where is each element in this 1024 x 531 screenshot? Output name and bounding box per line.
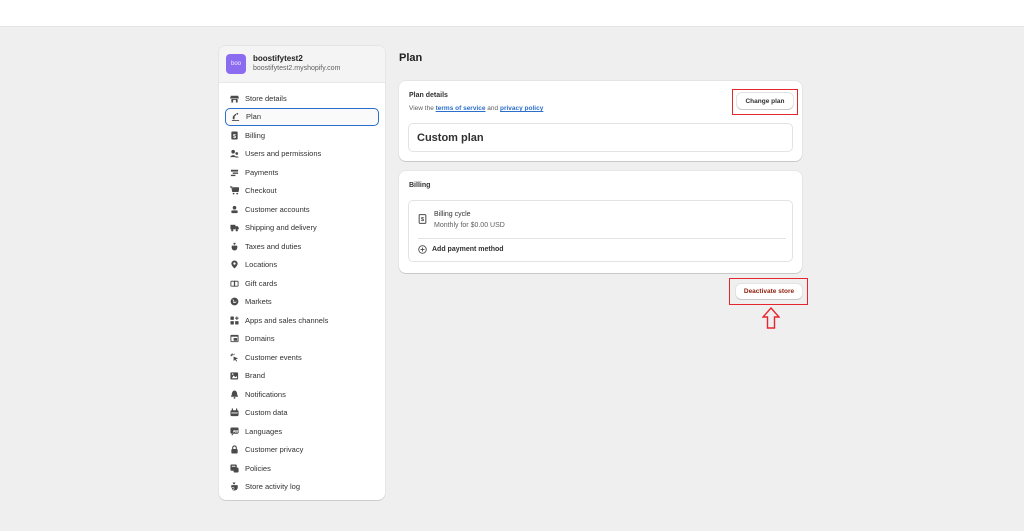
sidebar-item-taxes-and-duties[interactable]: Taxes and duties xyxy=(225,237,379,256)
page-title: Plan xyxy=(399,52,423,64)
deactivate-store-highlight xyxy=(729,278,808,305)
users-icon xyxy=(229,149,239,159)
add-payment-method-button[interactable]: Add payment method xyxy=(418,245,504,254)
plan-details-title: Plan details xyxy=(409,92,448,99)
sidebar-item-customer-events[interactable]: Customer events xyxy=(225,348,379,367)
sidebar-item-store-activity-log[interactable]: Store activity log xyxy=(225,478,379,497)
sidebar-item-label: Checkout xyxy=(245,186,277,196)
arrow-up-icon xyxy=(762,307,780,329)
sidebar-item-payments[interactable]: Payments xyxy=(225,163,379,182)
policy-icon xyxy=(229,463,239,473)
sidebar-item-label: Customer accounts xyxy=(245,204,310,214)
svg-text:$: $ xyxy=(233,134,236,140)
sidebar-item-label: Customer privacy xyxy=(245,445,304,455)
store-name: boostifytest2 xyxy=(253,54,303,63)
sidebar-item-label: Plan xyxy=(246,112,262,122)
sidebar-item-label: Shipping and delivery xyxy=(245,223,317,233)
sidebar-item-brand[interactable]: Brand xyxy=(225,367,379,386)
billing-cycle-row: $ Billing cycle Monthly for $0.00 USD xyxy=(418,209,505,231)
bell-icon xyxy=(229,389,239,399)
plus-circle-icon xyxy=(418,245,427,254)
add-payment-method-label: Add payment method xyxy=(432,246,504,253)
sidebar-item-label: Domains xyxy=(245,334,275,344)
sidebar-item-label: Taxes and duties xyxy=(245,241,302,251)
sidebar-item-languages[interactable]: A B Languages xyxy=(225,422,379,441)
store-header[interactable]: boo boostifytest2 boostifytest2.myshopif… xyxy=(219,46,385,83)
sidebar-item-label: Custom data xyxy=(245,408,288,418)
sidebar-item-customer-privacy[interactable]: Customer privacy xyxy=(225,441,379,460)
settings-nav: Store details Plan $ Billing Users and permi… xyxy=(219,83,385,496)
cart-icon xyxy=(229,186,239,196)
sidebar-item-customer-accounts[interactable]: Customer accounts xyxy=(225,200,379,219)
sidebar-item-locations[interactable]: Locations xyxy=(225,256,379,275)
domain-icon xyxy=(229,334,239,344)
current-plan-box: Custom plan xyxy=(408,123,793,152)
store-icon xyxy=(229,93,239,103)
sidebar-item-apps-and-sales-channels[interactable]: Apps and sales channels xyxy=(225,311,379,330)
globe-icon xyxy=(229,297,239,307)
sidebar-item-plan[interactable]: Plan xyxy=(225,107,379,126)
cursor-click-icon xyxy=(229,352,239,362)
brand-icon xyxy=(229,371,239,381)
language-icon: AB xyxy=(229,426,239,436)
sidebar-item-label: Policies xyxy=(245,463,271,473)
plan-details-subtitle: View the terms of service and privacy po… xyxy=(409,105,543,112)
tax-bag-icon xyxy=(229,241,239,251)
billing-card: Billing $ Billing cycle Monthly for $0.0… xyxy=(399,171,802,273)
billing-title: Billing xyxy=(409,182,431,189)
current-plan-name: Custom plan xyxy=(417,131,484,144)
receipt-icon: $ xyxy=(418,214,427,224)
privacy-policy-link[interactable]: privacy policy xyxy=(500,105,543,112)
billing-cycle-title: Billing cycle xyxy=(434,211,471,218)
sidebar-item-gift-cards[interactable]: Gift cards xyxy=(225,274,379,293)
sidebar-item-label: Payments xyxy=(245,167,279,177)
sidebar-item-markets[interactable]: Markets xyxy=(225,293,379,312)
subtitle-text: View the xyxy=(409,105,436,112)
sidebar-item-domains[interactable]: Domains xyxy=(225,330,379,349)
sidebar-item-users-and-permissions[interactable]: Users and permissions xyxy=(225,145,379,164)
sidebar-item-label: Apps and sales channels xyxy=(245,315,329,325)
sidebar-item-label: Users and permissions xyxy=(245,149,322,159)
store-domain: boostifytest2.myshopify.com xyxy=(253,65,341,72)
sidebar-item-label: Locations xyxy=(245,260,278,270)
change-plan-highlight xyxy=(732,89,798,115)
billing-cycle-value: Monthly for $0.00 USD xyxy=(434,222,505,229)
sidebar-item-notifications[interactable]: Notifications xyxy=(225,385,379,404)
sidebar-item-label: Store activity log xyxy=(245,482,301,492)
activity-log-icon xyxy=(229,482,239,492)
sidebar-item-custom-data[interactable]: Custom data xyxy=(225,404,379,423)
sidebar-item-policies[interactable]: Policies xyxy=(225,459,379,478)
person-icon xyxy=(229,204,239,214)
plan-icon xyxy=(230,112,240,122)
sidebar-item-store-details[interactable]: Store details xyxy=(225,89,379,108)
apps-icon xyxy=(229,315,239,325)
sidebar-item-label: Billing xyxy=(245,130,266,140)
svg-text:B: B xyxy=(235,428,238,433)
terms-of-service-link[interactable]: terms of service xyxy=(436,105,486,112)
sidebar-item-shipping-and-delivery[interactable]: Shipping and delivery xyxy=(225,219,379,238)
billing-icon: $ xyxy=(229,130,239,140)
gift-card-icon xyxy=(229,278,239,288)
settings-sidebar: boo boostifytest2 boostifytest2.myshopif… xyxy=(219,46,385,500)
billing-box: $ Billing cycle Monthly for $0.00 USD Ad… xyxy=(408,200,793,262)
store-avatar: boo xyxy=(226,54,246,74)
sidebar-item-label: Languages xyxy=(245,426,283,436)
sidebar-item-label: Gift cards xyxy=(245,278,278,288)
location-pin-icon xyxy=(229,260,239,270)
sidebar-item-checkout[interactable]: Checkout xyxy=(225,182,379,201)
divider xyxy=(418,238,786,239)
top-bar xyxy=(0,0,1024,27)
lock-icon xyxy=(229,445,239,455)
sidebar-item-billing[interactable]: $ Billing xyxy=(225,126,379,145)
sidebar-item-label: Store details xyxy=(245,93,287,103)
sidebar-item-label: Brand xyxy=(245,371,266,381)
custom-data-icon xyxy=(229,408,239,418)
svg-text:$: $ xyxy=(421,217,425,223)
payments-icon xyxy=(229,167,239,177)
truck-icon xyxy=(229,223,239,233)
sidebar-item-label: Markets xyxy=(245,297,272,307)
sidebar-item-label: Customer events xyxy=(245,352,302,362)
sidebar-item-label: Notifications xyxy=(245,389,286,399)
subtitle-text: and xyxy=(485,105,500,112)
